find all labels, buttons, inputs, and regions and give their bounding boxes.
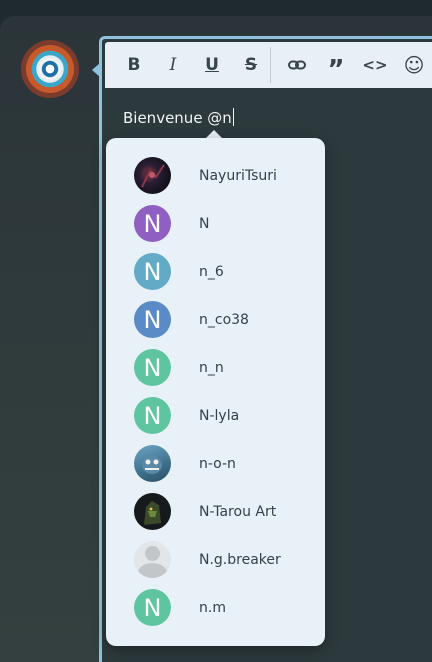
mention-item[interactable]: NayuriTsuri (106, 152, 325, 200)
current-user-avatar[interactable] (21, 40, 79, 98)
default-avatar-icon (134, 541, 171, 578)
mention-item[interactable]: N n_co38 (106, 296, 325, 344)
mention-avatar: N (134, 205, 171, 242)
mention-name: N.g.breaker (199, 552, 281, 568)
mention-avatar: N (134, 301, 171, 338)
editor-text: Bienvenue @n (123, 109, 232, 127)
italic-icon[interactable]: I (155, 42, 191, 88)
mention-avatar: N (134, 349, 171, 386)
mention-item[interactable]: N n_n (106, 344, 325, 392)
mention-name: n.m (199, 600, 226, 616)
mention-name: N-Tarou Art (199, 504, 277, 520)
mention-item[interactable]: n-o-n (106, 440, 325, 488)
mention-avatar (134, 493, 171, 530)
mention-avatar (134, 445, 171, 482)
mention-name: n_co38 (199, 312, 249, 328)
mention-name: n-o-n (199, 456, 236, 472)
mention-name: N-lyla (199, 408, 240, 424)
mention-avatar: N (134, 589, 171, 626)
emoji-icon[interactable]: ☺ (396, 42, 432, 88)
editor-text-area[interactable]: Bienvenue @n (123, 108, 234, 127)
mention-item[interactable]: N.g.breaker (106, 536, 325, 584)
mention-name: N (199, 216, 210, 232)
mention-name: n_n (199, 360, 224, 376)
underline-icon[interactable]: U (194, 42, 230, 88)
code-icon[interactable]: <> (357, 42, 393, 88)
formatting-toolbar: B I U S ” <> ☺ (105, 42, 432, 88)
strikethrough-icon[interactable]: S (233, 42, 269, 88)
mention-avatar: N (134, 253, 171, 290)
mention-item[interactable]: N N-lyla (106, 392, 325, 440)
mention-item[interactable]: N n_6 (106, 248, 325, 296)
mention-avatar (134, 157, 171, 194)
mention-item[interactable]: N-Tarou Art (106, 488, 325, 536)
quote-icon[interactable]: ” (318, 42, 354, 88)
text-caret (232, 108, 234, 126)
mention-name: NayuriTsuri (199, 168, 277, 184)
mention-suggestions-popup: NayuriTsuri N N N n_6 N n_co38 N n_n N N… (106, 138, 325, 646)
mention-name: n_6 (199, 264, 224, 280)
mention-item[interactable]: N n.m (106, 584, 325, 632)
link-icon[interactable] (279, 42, 315, 88)
mention-item[interactable]: N N (106, 200, 325, 248)
bold-icon[interactable]: B (116, 42, 152, 88)
toolbar-divider (270, 47, 271, 83)
mention-avatar: N (134, 397, 171, 434)
